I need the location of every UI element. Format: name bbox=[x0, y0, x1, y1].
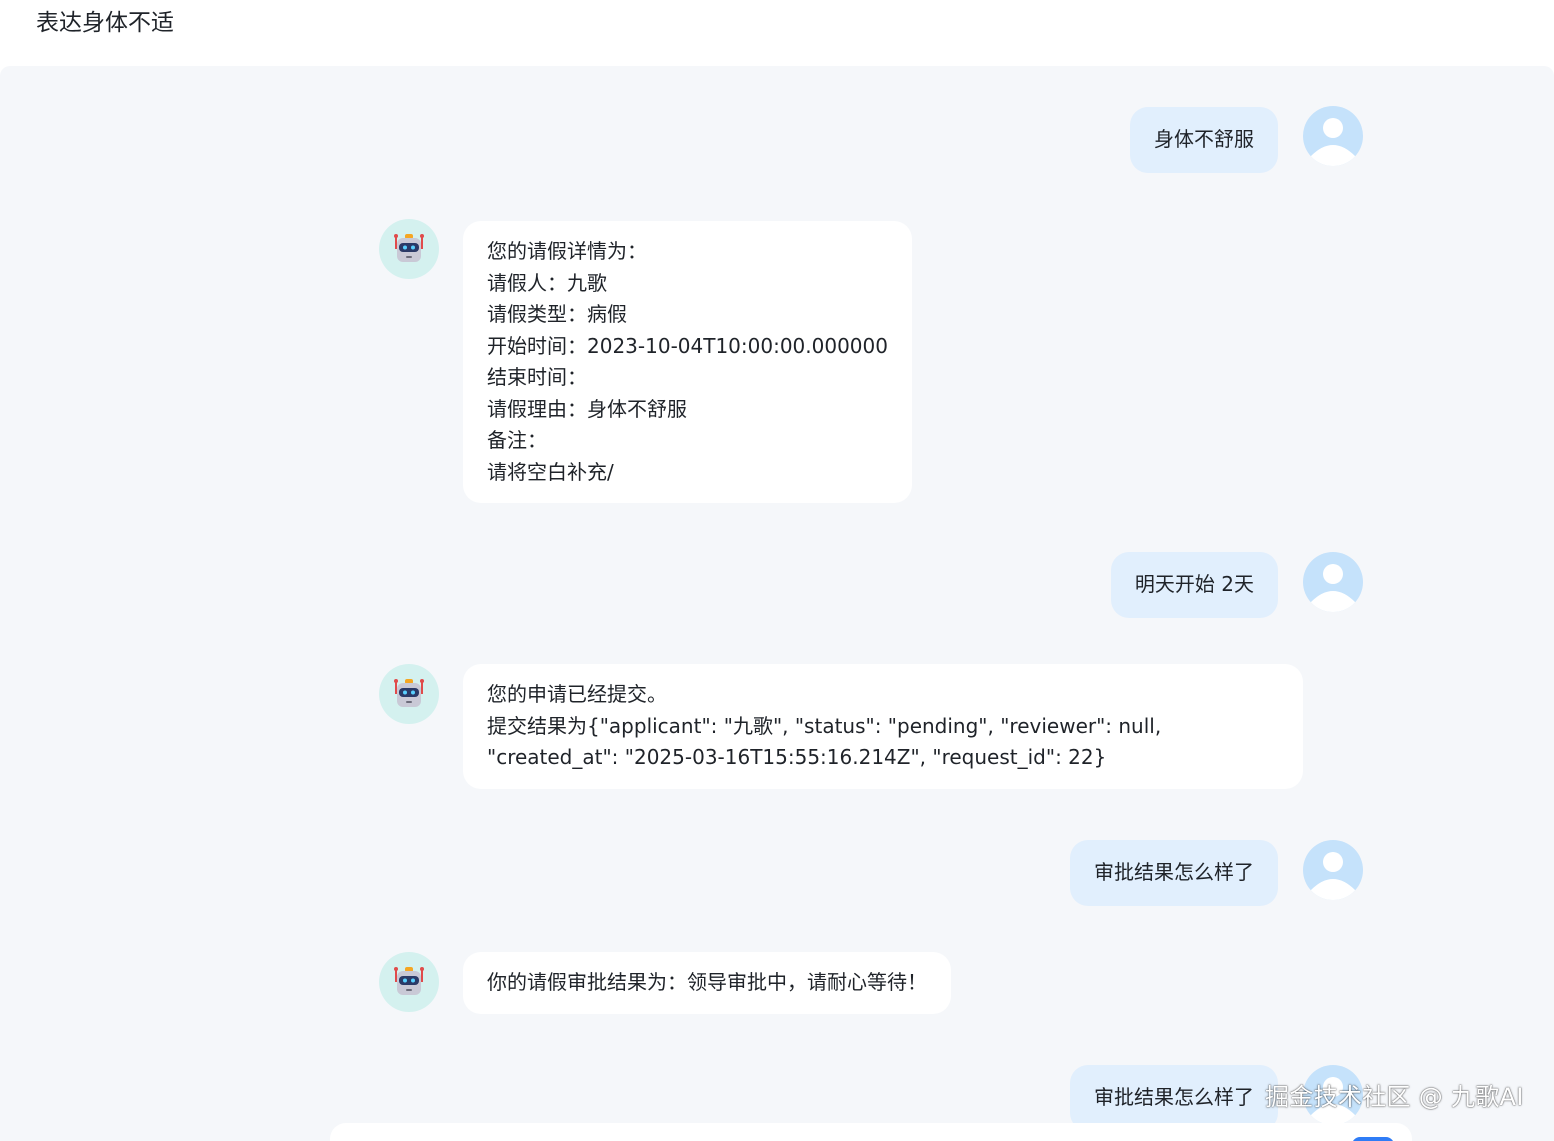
watermark: 掘金技术社区 @ 九歌AI bbox=[1265, 1083, 1524, 1111]
robot-avatar-icon bbox=[379, 664, 439, 724]
bot-message: 您的申请已经提交。 提交结果为{"applicant": "九歌", "stat… bbox=[463, 664, 1303, 789]
user-message: 审批结果怎么样了 bbox=[1070, 840, 1278, 906]
user-avatar-icon bbox=[1303, 106, 1363, 166]
page-title: 表达身体不适 bbox=[36, 10, 174, 36]
robot-avatar-icon bbox=[379, 219, 439, 279]
user-message: 身体不舒服 bbox=[1130, 107, 1278, 173]
robot-avatar-icon bbox=[379, 952, 439, 1012]
user-message: 明天开始 2天 bbox=[1110, 552, 1278, 618]
user-message: 审批结果怎么样了 bbox=[1070, 1065, 1278, 1131]
bot-message: 你的请假审批结果为：领导审批中，请耐心等待！ bbox=[463, 952, 951, 1014]
user-avatar-icon bbox=[1303, 552, 1363, 612]
chat-area[interactable]: 身体不舒服 您的请假详情为： 请假人：九歌 请假类型：病假 开始时间：2023-… bbox=[0, 66, 1554, 1141]
bot-message: 您的请假详情为： 请假人：九歌 请假类型：病假 开始时间：2023-10-04T… bbox=[463, 221, 912, 503]
send-button[interactable] bbox=[1352, 1137, 1394, 1141]
message-input[interactable] bbox=[330, 1123, 1412, 1141]
user-avatar-icon bbox=[1303, 840, 1363, 900]
